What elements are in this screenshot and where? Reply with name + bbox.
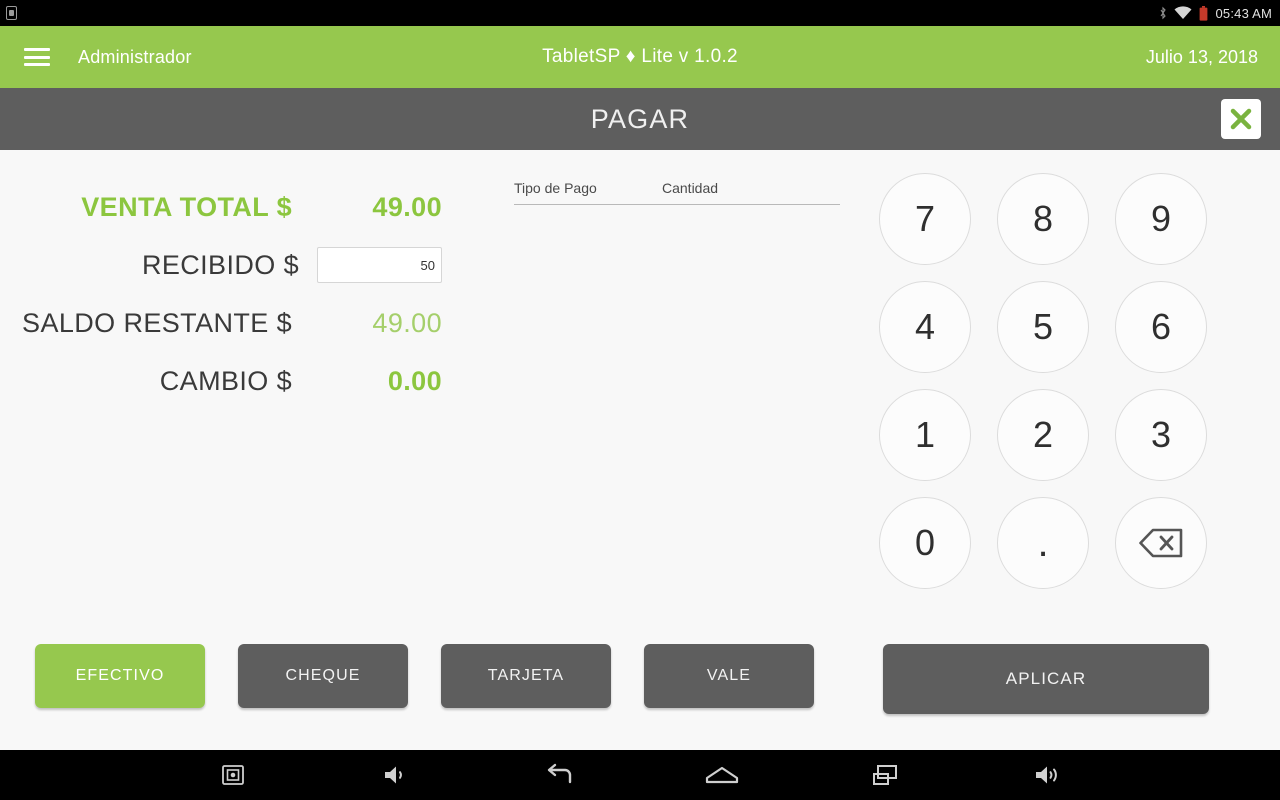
- pay-dialog-body: VENTA TOTAL $ 49.00 RECIBIDO $ SALDO RES…: [0, 150, 1280, 750]
- apply-button[interactable]: APLICAR: [883, 644, 1209, 714]
- nav-volume-up-button[interactable]: [966, 750, 1129, 800]
- android-status-bar: 05:43 AM: [0, 0, 1280, 26]
- status-bar-left: [6, 6, 17, 20]
- totals-row-cambio: CAMBIO $ 0.00: [0, 352, 470, 410]
- back-icon: [544, 763, 574, 787]
- key-2[interactable]: 2: [997, 389, 1089, 481]
- app-bar-title: TabletSP ♦ Lite v 1.0.2: [542, 46, 738, 67]
- totals-row-saldo-restante: SALDO RESTANTE $ 49.00: [0, 294, 470, 352]
- payment-method-tarjeta[interactable]: TARJETA: [441, 644, 611, 708]
- payments-table: Tipo de Pago Cantidad: [514, 180, 844, 245]
- nav-screenshot-button[interactable]: [151, 750, 314, 800]
- screenshot-icon: [221, 765, 244, 785]
- battery-icon: [1199, 5, 1208, 21]
- payment-method-cheque[interactable]: CHEQUE: [238, 644, 408, 708]
- app-bar-date: Julio 13, 2018: [1145, 46, 1258, 67]
- close-button[interactable]: [1221, 99, 1261, 139]
- key-0[interactable]: 0: [879, 497, 971, 589]
- hamburger-menu-icon[interactable]: [24, 48, 50, 66]
- volume-up-icon: [1034, 764, 1062, 786]
- bluetooth-icon: [1159, 6, 1167, 20]
- key-decimal-point[interactable]: .: [997, 497, 1089, 589]
- app-bar: Administrador TabletSP ♦ Lite v 1.0.2 Ju…: [0, 26, 1280, 88]
- status-bar-right: 05:43 AM: [1159, 5, 1272, 21]
- totals-row-venta-total: VENTA TOTAL $ 49.00: [0, 178, 470, 236]
- page-title: PAGAR: [590, 103, 690, 134]
- wifi-icon: [1174, 6, 1192, 20]
- key-5[interactable]: 5: [997, 281, 1089, 373]
- home-icon: [705, 765, 739, 785]
- android-nav-bar: [0, 750, 1280, 800]
- action-buttons: EFECTIVO CHEQUE TARJETA VALE APLICAR: [0, 644, 1280, 734]
- column-header-cantidad: Cantidad: [662, 180, 719, 196]
- saldo-restante-value: 49.00: [372, 307, 442, 338]
- nav-recents-button[interactable]: [803, 750, 966, 800]
- payments-table-header: Tipo de Pago Cantidad: [514, 180, 844, 204]
- recents-icon: [872, 764, 898, 786]
- key-1[interactable]: 1: [879, 389, 971, 481]
- key-backspace[interactable]: [1115, 497, 1207, 589]
- key-3[interactable]: 3: [1115, 389, 1207, 481]
- sim-card-icon: [6, 6, 17, 20]
- column-header-tipo-de-pago: Tipo de Pago: [514, 180, 597, 196]
- cambio-value: 0.00: [387, 365, 442, 396]
- recibido-label: RECIBIDO $: [141, 249, 299, 280]
- payments-table-body: [514, 205, 844, 245]
- key-6[interactable]: 6: [1115, 281, 1207, 373]
- app-bar-user-label: Administrador: [78, 46, 192, 67]
- status-bar-clock: 05:43 AM: [1215, 5, 1272, 21]
- cambio-label: CAMBIO $: [159, 365, 292, 396]
- nav-volume-down-button[interactable]: [314, 750, 477, 800]
- totals-row-recibido: RECIBIDO $: [0, 236, 470, 294]
- totals-panel: VENTA TOTAL $ 49.00 RECIBIDO $ SALDO RES…: [0, 178, 470, 410]
- nav-back-button[interactable]: [477, 750, 640, 800]
- volume-down-icon: [383, 764, 409, 786]
- close-icon: [1228, 106, 1254, 132]
- nav-home-button[interactable]: [640, 750, 803, 800]
- key-4[interactable]: 4: [879, 281, 971, 373]
- backspace-icon: [1138, 527, 1184, 559]
- key-9[interactable]: 9: [1115, 173, 1207, 265]
- payment-method-efectivo[interactable]: EFECTIVO: [35, 644, 205, 708]
- saldo-restante-label: SALDO RESTANTE $: [22, 307, 292, 338]
- payment-method-vale[interactable]: VALE: [644, 644, 814, 708]
- tablet-screen: 05:43 AM Administrador TabletSP ♦ Lite v…: [0, 0, 1280, 800]
- numeric-keypad: 7 8 9 4 5 6 1 2 3 0 .: [876, 170, 1216, 592]
- key-8[interactable]: 8: [997, 173, 1089, 265]
- venta-total-label: VENTA TOTAL $: [81, 191, 292, 222]
- modal-header: PAGAR: [0, 88, 1280, 150]
- venta-total-value: 49.00: [372, 191, 442, 222]
- recibido-input[interactable]: [317, 247, 442, 283]
- key-7[interactable]: 7: [879, 173, 971, 265]
